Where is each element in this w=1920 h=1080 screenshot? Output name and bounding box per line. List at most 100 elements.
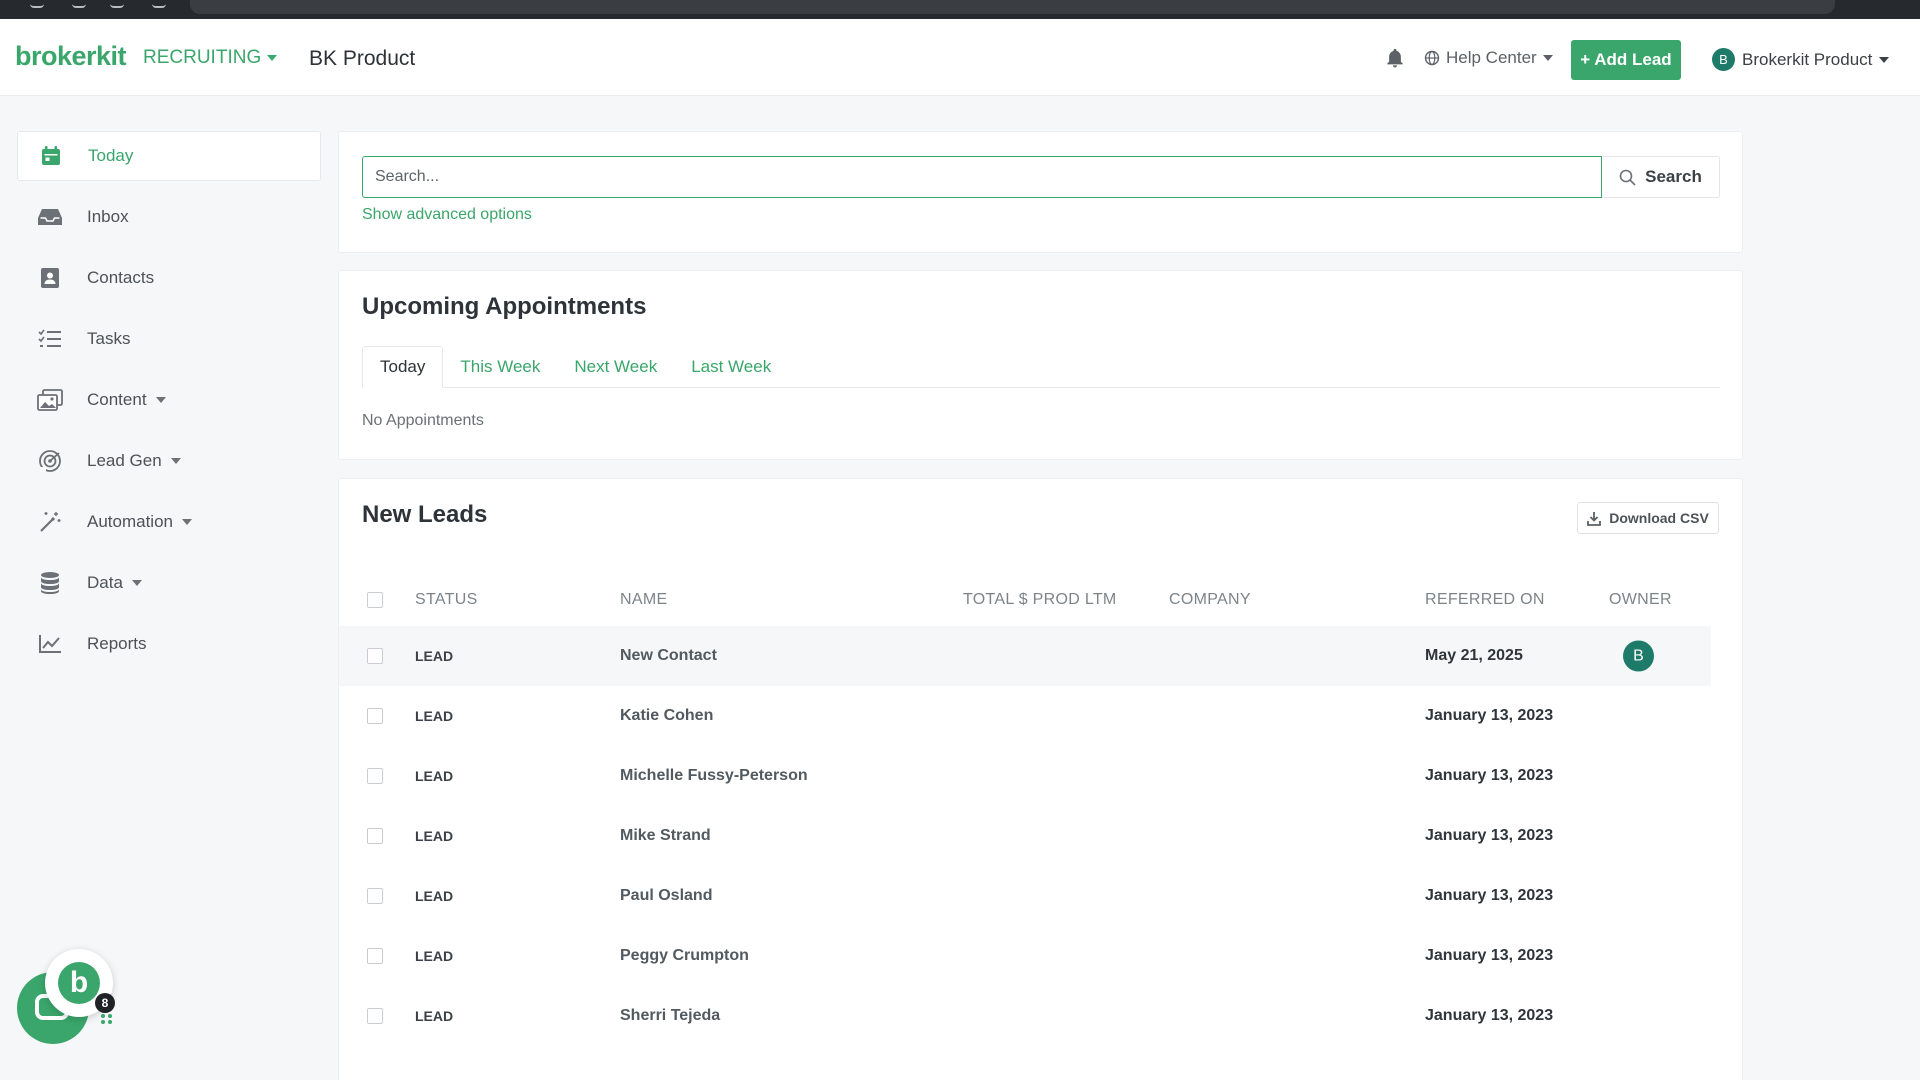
sidebar-item-label: Automation <box>87 512 173 531</box>
referred-on-cell: January 13, 2023 <box>1425 947 1554 964</box>
help-center-menu[interactable]: Help Center <box>1424 48 1553 68</box>
row-checkbox[interactable] <box>367 1008 383 1024</box>
sidebar-item-label: Inbox <box>87 207 129 226</box>
module-label: RECRUITING <box>143 47 262 68</box>
inbox-icon <box>37 204 63 230</box>
section-title: New Leads <box>362 501 488 528</box>
chart-line-icon <box>37 631 63 657</box>
row-checkbox[interactable] <box>367 648 383 664</box>
sidebar-item-content[interactable]: Content <box>17 375 321 425</box>
status-cell: LEAD <box>415 768 454 784</box>
search-input[interactable] <box>362 156 1602 198</box>
referred-on-cell: May 21, 2025 <box>1425 647 1523 664</box>
sidebar-item-label: Content <box>87 390 147 409</box>
tab-today[interactable]: Today <box>362 346 444 388</box>
column-header-total-prod-ltm[interactable]: TOTAL $ PROD LTM <box>963 591 1117 609</box>
table-row[interactable]: LEAD Sherri Tejeda January 13, 2023 <box>339 986 1711 1046</box>
status-cell: LEAD <box>415 828 454 844</box>
images-icon <box>37 387 63 413</box>
notification-bell-icon[interactable] <box>1384 46 1406 70</box>
sidebar: Today Inbox Contacts Tasks Content Lead … <box>17 131 321 680</box>
referred-on-cell: January 13, 2023 <box>1425 707 1554 724</box>
table-row[interactable]: LEAD Mike Strand January 13, 2023 <box>339 806 1711 866</box>
search-icon <box>1619 169 1636 186</box>
sidebar-item-label: Today <box>88 146 134 165</box>
status-cell: LEAD <box>415 1008 454 1024</box>
download-csv-button[interactable]: Download CSV <box>1577 502 1719 534</box>
module-switcher[interactable]: RECRUITING <box>143 47 278 69</box>
sidebar-item-label: Lead Gen <box>87 451 162 470</box>
unread-count-badge: 8 <box>95 993 115 1013</box>
row-checkbox[interactable] <box>367 708 383 724</box>
column-header-referred-on[interactable]: REFERRED ON <box>1425 591 1545 609</box>
table-row[interactable]: LEAD Katie Cohen January 13, 2023 <box>339 686 1711 746</box>
forward-icon[interactable] <box>72 0 86 8</box>
sidebar-item-label: Data <box>87 573 123 592</box>
sidebar-item-reports[interactable]: Reports <box>17 619 321 669</box>
show-advanced-options-link[interactable]: Show advanced options <box>362 206 532 224</box>
status-cell: LEAD <box>415 888 454 904</box>
lead-name-link[interactable]: Michelle Fussy-Peterson <box>620 767 808 785</box>
row-checkbox[interactable] <box>367 948 383 964</box>
sidebar-item-automation[interactable]: Automation <box>17 497 321 547</box>
user-name: Brokerkit Product <box>1742 49 1873 69</box>
table-row[interactable]: LEAD Peggy Crumpton January 13, 2023 <box>339 926 1711 986</box>
globe-icon <box>1424 50 1440 66</box>
lead-name-link[interactable]: Mike Strand <box>620 827 711 845</box>
lead-name-link[interactable]: Paul Osland <box>620 887 712 905</box>
download-icon <box>1587 511 1602 526</box>
row-checkbox[interactable] <box>367 888 383 904</box>
row-checkbox[interactable] <box>367 768 383 784</box>
empty-state-text: No Appointments <box>362 412 484 429</box>
table-row[interactable]: LEAD Paul Osland January 13, 2023 <box>339 866 1711 926</box>
appointment-tabs: Today This Week Next Week Last Week <box>362 346 1720 388</box>
table-row[interactable]: LEAD Michelle Fussy-Peterson January 13,… <box>339 746 1711 806</box>
row-checkbox[interactable] <box>367 828 383 844</box>
avatar: B <box>1712 48 1735 71</box>
search-button[interactable]: Search <box>1602 156 1720 198</box>
new-leads-panel: New Leads Download CSV STATUS NAME TOTAL… <box>338 478 1743 1080</box>
top-navbar: brokerkit RECRUITING BK Product Help Cen… <box>0 19 1920 96</box>
lead-name-link[interactable]: Sherri Tejeda <box>620 1007 720 1025</box>
tab-last-week[interactable]: Last Week <box>674 346 788 388</box>
column-header-company[interactable]: COMPANY <box>1169 591 1251 609</box>
sidebar-item-label: Reports <box>87 634 147 653</box>
org-name: BK Product <box>309 47 416 70</box>
lead-name-link[interactable]: Katie Cohen <box>620 707 713 725</box>
add-lead-button[interactable]: + Add Lead <box>1571 40 1681 80</box>
sidebar-item-tasks[interactable]: Tasks <box>17 314 321 364</box>
section-title: Upcoming Appointments <box>362 293 647 320</box>
sidebar-item-label: Tasks <box>87 329 131 348</box>
add-lead-label: Add Lead <box>1594 50 1672 69</box>
contact-book-icon <box>37 265 63 291</box>
sidebar-item-today[interactable]: Today <box>17 131 321 181</box>
grid-dots-icon[interactable] <box>100 1013 114 1025</box>
user-menu[interactable]: B Brokerkit Product <box>1712 48 1890 71</box>
select-all-checkbox[interactable] <box>367 592 383 608</box>
address-bar[interactable] <box>190 0 1835 14</box>
chevron-down-icon <box>1542 55 1553 61</box>
table-row[interactable]: LEAD New Contact May 21, 2025 B <box>339 626 1711 686</box>
back-icon[interactable] <box>30 0 44 8</box>
chevron-down-icon <box>170 458 181 464</box>
magic-wand-icon <box>37 509 63 535</box>
lead-name-link[interactable]: New Contact <box>620 647 717 665</box>
reload-icon[interactable] <box>110 0 124 8</box>
lead-name-link[interactable]: Peggy Crumpton <box>620 947 749 965</box>
sidebar-item-data[interactable]: Data <box>17 558 321 608</box>
tab-this-week[interactable]: This Week <box>443 346 557 388</box>
tab-next-week[interactable]: Next Week <box>557 346 674 388</box>
status-cell: LEAD <box>415 648 454 664</box>
sidebar-item-inbox[interactable]: Inbox <box>17 192 321 242</box>
sidebar-item-contacts[interactable]: Contacts <box>17 253 321 303</box>
sidebar-item-lead-gen[interactable]: Lead Gen <box>17 436 321 486</box>
column-header-name[interactable]: NAME <box>620 591 667 609</box>
column-header-owner[interactable]: OWNER <box>1609 591 1672 609</box>
column-header-status[interactable]: STATUS <box>415 591 478 609</box>
status-cell: LEAD <box>415 948 454 964</box>
share-icon[interactable] <box>152 0 166 8</box>
brand-logo[interactable]: brokerkit <box>15 41 127 72</box>
search-button-label: Search <box>1645 167 1702 186</box>
referred-on-cell: January 13, 2023 <box>1425 767 1554 784</box>
task-list-icon <box>37 326 63 352</box>
